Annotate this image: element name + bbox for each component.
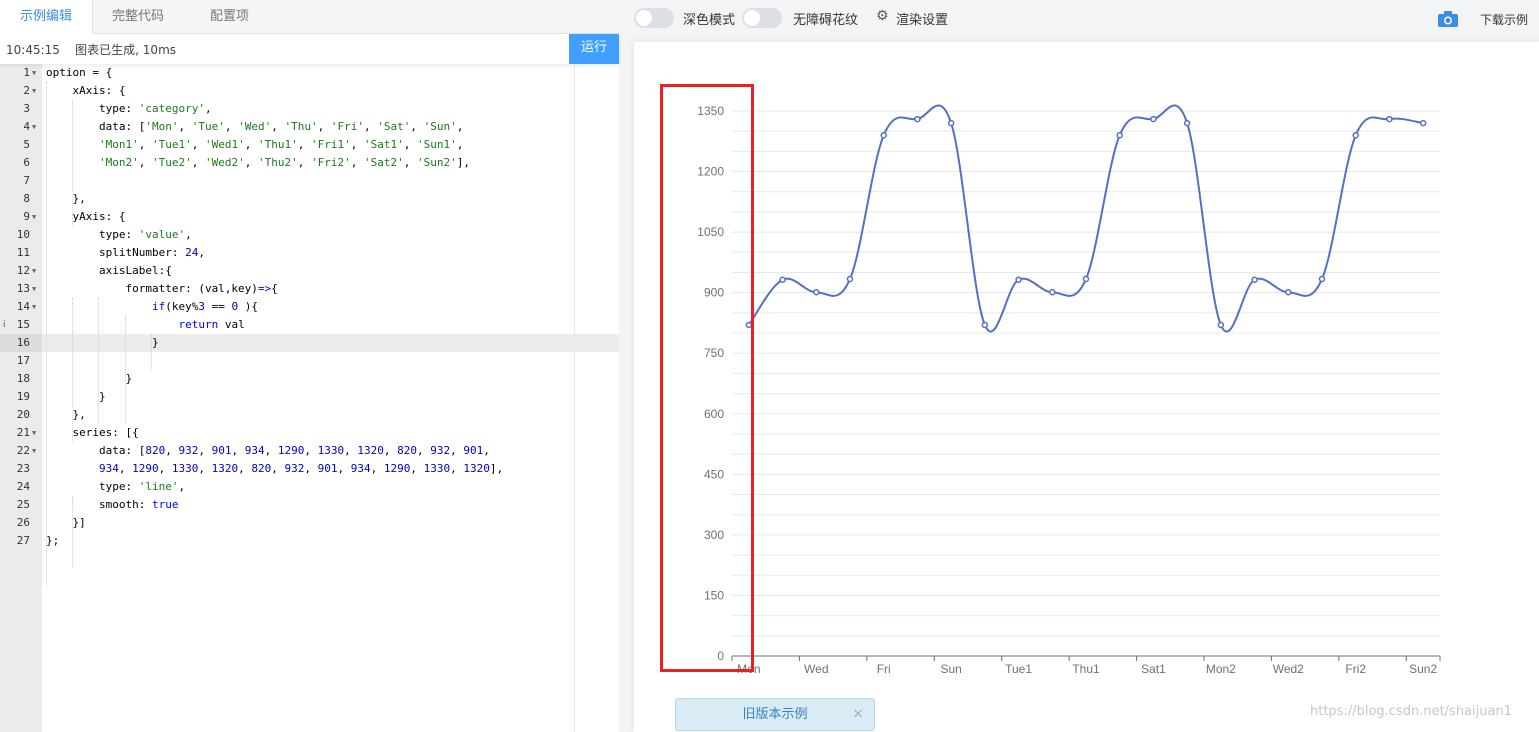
x-tick-label: Fri2 bbox=[1345, 662, 1366, 676]
data-point bbox=[1386, 115, 1393, 123]
line-chart: 0150300450600750900105012001350Mon Wed Fri… bbox=[697, 104, 1441, 676]
data-point bbox=[813, 289, 820, 296]
run-button[interactable]: 运行 bbox=[569, 34, 619, 64]
data-point bbox=[1251, 276, 1258, 283]
data-point bbox=[1183, 119, 1191, 127]
data-point bbox=[1049, 289, 1056, 296]
watermark: https://blog.csdn.net/shaijuan1 bbox=[1310, 704, 1512, 719]
data-point bbox=[880, 131, 887, 139]
highlight-annotation-box bbox=[660, 84, 754, 672]
data-point bbox=[1082, 275, 1090, 283]
data-point bbox=[1150, 115, 1157, 123]
x-tick-label: Thu1 bbox=[1072, 662, 1100, 676]
status-bar: 10:45:15 图表已生成, 10ms 运行 bbox=[0, 34, 619, 64]
data-point bbox=[1015, 276, 1022, 283]
data-point bbox=[947, 119, 955, 127]
data-point bbox=[846, 275, 854, 283]
data-point bbox=[914, 115, 921, 123]
x-tick-label: Wed2 bbox=[1273, 662, 1304, 676]
x-tick-label: Mon2 bbox=[1206, 662, 1236, 676]
old-version-label: 旧版本示例 bbox=[742, 707, 808, 722]
series-line bbox=[748, 104, 1424, 333]
x-tick-label: Sat1 bbox=[1141, 662, 1166, 676]
app-window: 示例编辑 完整代码 配置项 10:45:15 图表已生成, 10ms 运行 1 ▼… bbox=[0, 0, 1539, 732]
data-point bbox=[1318, 275, 1326, 283]
status-text: 图表已生成, 10ms bbox=[75, 43, 177, 57]
x-tick-label: Fri bbox=[877, 662, 891, 676]
x-tick-label: Tue1 bbox=[1005, 662, 1032, 676]
data-point bbox=[1217, 321, 1225, 329]
x-tick-label: Sun bbox=[940, 662, 961, 676]
data-point bbox=[1285, 289, 1292, 296]
x-tick-label: Sun2 bbox=[1409, 662, 1437, 676]
old-version-example-button[interactable]: 旧版本示例 × bbox=[675, 698, 875, 731]
close-icon[interactable]: × bbox=[852, 699, 864, 730]
data-point bbox=[1116, 131, 1123, 139]
data-point bbox=[981, 321, 989, 329]
data-point bbox=[779, 276, 786, 283]
status-time: 10:45:15 bbox=[6, 43, 60, 57]
x-tick-label: Wed bbox=[804, 662, 828, 676]
data-point bbox=[1419, 119, 1427, 127]
data-point bbox=[1352, 131, 1359, 139]
status-message: 10:45:15 图表已生成, 10ms bbox=[6, 41, 176, 58]
